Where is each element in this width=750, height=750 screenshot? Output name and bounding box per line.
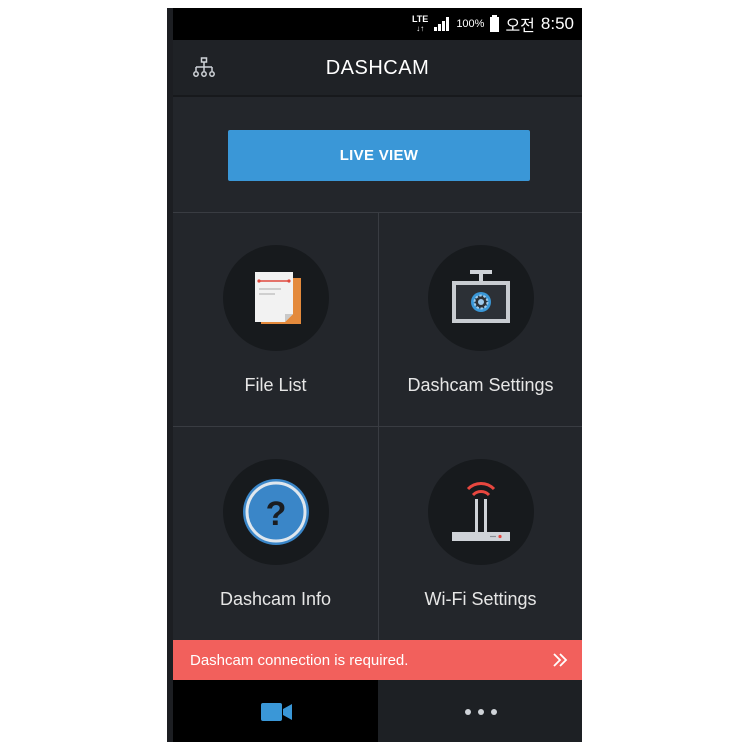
ampm-label: 오전	[505, 16, 535, 35]
menu-grid: File List Dashcam Settings ? Dashcam Inf…	[173, 212, 582, 640]
dashcam-info-icon-circle: ?	[222, 459, 329, 565]
app-screen: LTE ↓↑ 100% 오전 8:50 DASHCAM LIVE VIEW Fi…	[173, 8, 582, 742]
nav-tab-more[interactable]	[378, 680, 582, 742]
wifi-router-icon	[451, 482, 510, 541]
more-dots-icon	[465, 709, 497, 715]
svg-text:?: ?	[265, 495, 286, 533]
file-list-icon	[254, 272, 301, 324]
file-list-label: File List	[244, 375, 307, 395]
dashcam-settings-icon-circle	[427, 245, 534, 351]
dashcam-info-tile[interactable]: ? Dashcam Info	[173, 426, 378, 640]
battery-percent: 100%	[456, 18, 485, 30]
bottom-nav	[173, 680, 582, 742]
file-list-icon-circle	[222, 245, 329, 351]
signal-icon	[434, 17, 450, 31]
wifi-settings-tile[interactable]: Wi-Fi Settings	[378, 426, 582, 640]
dashcam-info-label: Dashcam Info	[219, 589, 332, 609]
app-header: DASHCAM	[173, 40, 582, 97]
dashcam-settings-label: Dashcam Settings	[407, 375, 554, 395]
live-view-button[interactable]: LIVE VIEW	[228, 130, 530, 181]
lte-indicator: LTE ↓↑	[411, 14, 429, 34]
alert-message: Dashcam connection is required.	[190, 651, 409, 669]
dashcam-settings-tile[interactable]: Dashcam Settings	[378, 212, 582, 426]
dashcam-settings-icon	[451, 270, 510, 323]
nav-tab-camera[interactable]	[173, 680, 378, 742]
page-title: DASHCAM	[325, 57, 430, 79]
wifi-settings-label: Wi-Fi Settings	[424, 589, 537, 609]
question-icon: ?	[242, 479, 309, 545]
file-list-tile[interactable]: File List	[173, 212, 378, 426]
wifi-settings-icon-circle	[427, 459, 534, 565]
status-bar: LTE ↓↑ 100% 오전 8:50	[173, 8, 582, 40]
battery-icon	[490, 14, 500, 32]
connection-alert[interactable]: Dashcam connection is required.	[173, 640, 582, 680]
double-chevron-right-icon	[553, 653, 568, 667]
live-view-section: LIVE VIEW	[173, 99, 582, 213]
video-camera-icon	[261, 703, 292, 721]
clock: 8:50	[540, 14, 574, 33]
